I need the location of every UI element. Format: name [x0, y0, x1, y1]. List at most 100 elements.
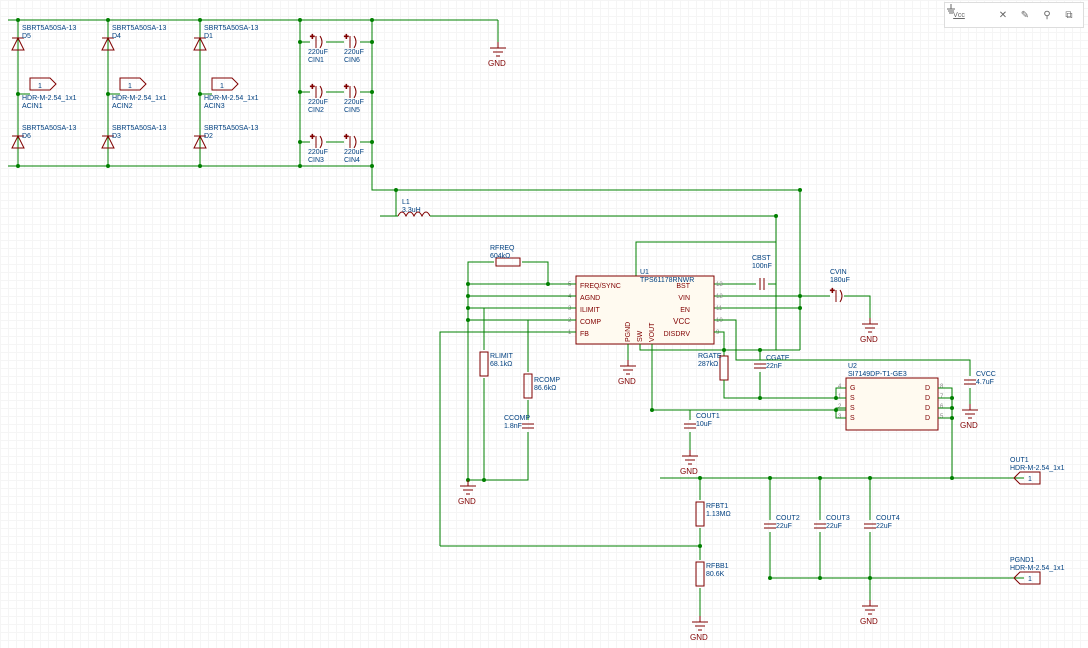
- fb-divider: RFBT11.13MΩ RFBB180.6K: [440, 476, 731, 642]
- svg-text:COUT2: COUT2: [776, 515, 800, 522]
- svg-text:D4: D4: [112, 33, 121, 40]
- svg-text:287kΩ: 287kΩ: [698, 361, 718, 368]
- svg-text:CCOMP: CCOMP: [504, 415, 530, 422]
- svg-text:CIN3: CIN3: [308, 157, 324, 164]
- svg-text:SBRT5A50SA-13: SBRT5A50SA-13: [112, 125, 166, 132]
- svg-text:4: 4: [838, 384, 842, 390]
- svg-text:RFBB1: RFBB1: [706, 563, 729, 570]
- svg-text:RFBT1: RFBT1: [706, 503, 728, 510]
- svg-text:6: 6: [940, 404, 944, 410]
- svg-text:S: S: [850, 415, 855, 422]
- svg-text:FB: FB: [580, 331, 589, 338]
- svg-text:SBRT5A50SA-13: SBRT5A50SA-13: [112, 25, 166, 32]
- svg-text:CBST: CBST: [752, 255, 771, 262]
- svg-text:RGATE: RGATE: [698, 353, 722, 360]
- svg-text:ACIN1: ACIN1: [22, 103, 43, 110]
- svg-text:SW: SW: [637, 330, 644, 342]
- svg-text:D: D: [925, 385, 930, 392]
- svg-text:U2: U2: [848, 363, 857, 370]
- svg-text:7: 7: [940, 394, 944, 400]
- svg-text:HDR-M-2.54_1x1: HDR-M-2.54_1x1: [22, 95, 77, 102]
- svg-text:220uF: 220uF: [308, 99, 328, 106]
- svg-text:D: D: [925, 415, 930, 422]
- svg-text:86.6kΩ: 86.6kΩ: [534, 385, 556, 392]
- svg-text:VIN: VIN: [678, 295, 690, 302]
- svg-text:1: 1: [220, 83, 224, 90]
- svg-text:220uF: 220uF: [344, 99, 364, 106]
- svg-text:CIN4: CIN4: [344, 157, 360, 164]
- svg-text:VCC: VCC: [673, 317, 690, 326]
- svg-text:3.3uH: 3.3uH: [402, 207, 421, 214]
- U1: U1 TPS61178RNWR FREQ/SYNC AGND ILIMIT CO…: [568, 269, 723, 344]
- svg-text:D: D: [925, 405, 930, 412]
- svg-text:HDR-M-2.54_1x1: HDR-M-2.54_1x1: [204, 95, 259, 102]
- svg-text:220uF: 220uF: [344, 49, 364, 56]
- svg-text:8: 8: [940, 384, 944, 390]
- svg-text:1: 1: [838, 394, 842, 400]
- svg-text:604kΩ: 604kΩ: [490, 253, 510, 260]
- svg-text:S: S: [850, 395, 855, 402]
- svg-text:SBRT5A50SA-13: SBRT5A50SA-13: [22, 125, 76, 132]
- svg-text:10uF: 10uF: [696, 421, 712, 428]
- svg-text:CIN5: CIN5: [344, 107, 360, 114]
- svg-text:80.6K: 80.6K: [706, 571, 725, 578]
- svg-text:22uF: 22uF: [826, 523, 842, 530]
- svg-text:22uF: 22uF: [776, 523, 792, 530]
- CGATE: CGATE22nF: [722, 348, 800, 400]
- svg-text:SI7149DP-T1-GE3: SI7149DP-T1-GE3: [848, 371, 907, 378]
- svg-text:220uF: 220uF: [308, 149, 328, 156]
- svg-text:G: G: [850, 385, 855, 392]
- svg-text:2: 2: [838, 404, 842, 410]
- svg-text:1: 1: [568, 330, 572, 336]
- svg-text:CIN6: CIN6: [344, 57, 360, 64]
- svg-text:S: S: [850, 405, 855, 412]
- svg-text:SBRT5A50SA-13: SBRT5A50SA-13: [204, 25, 258, 32]
- svg-text:CIN1: CIN1: [308, 57, 324, 64]
- svg-text:ACIN3: ACIN3: [204, 103, 225, 110]
- svg-text:10: 10: [716, 318, 723, 324]
- svg-text:CGATE: CGATE: [766, 355, 790, 362]
- svg-text:D5: D5: [22, 33, 31, 40]
- svg-text:3: 3: [568, 306, 572, 312]
- svg-text:1: 1: [38, 83, 42, 90]
- input-caps: 220uFCIN1 220uFCIN6 220uFCIN2 220uFCIN5 …: [298, 18, 374, 168]
- svg-text:VOUT: VOUT: [649, 322, 656, 342]
- svg-text:11: 11: [716, 306, 723, 312]
- svg-text:DISDRV: DISDRV: [664, 331, 691, 338]
- svg-text:68.1kΩ: 68.1kΩ: [490, 361, 512, 368]
- svg-text:PGND: PGND: [625, 322, 632, 342]
- svg-text:SBRT5A50SA-13: SBRT5A50SA-13: [204, 125, 258, 132]
- svg-text:BST: BST: [676, 283, 690, 290]
- toolbar: Vcc ✕ ✎ ⚲ ⧉: [944, 2, 1084, 28]
- svg-text:HDR-M-2.54_1x1: HDR-M-2.54_1x1: [112, 95, 167, 102]
- svg-text:22uF: 22uF: [876, 523, 892, 530]
- svg-text:D3: D3: [112, 133, 121, 140]
- svg-text:RCOMP: RCOMP: [534, 377, 560, 384]
- svg-text:COUT1: COUT1: [696, 413, 720, 420]
- svg-text:3: 3: [838, 414, 842, 420]
- svg-text:5: 5: [568, 282, 572, 288]
- svg-text:D6: D6: [22, 133, 31, 140]
- CBST: CBST100nF: [714, 216, 776, 290]
- gnd-icon[interactable]: [973, 7, 989, 23]
- U2: U2SI7149DP-T1-GE3 G S S S 4 1 2 3 D D D …: [838, 363, 944, 430]
- svg-text:5: 5: [940, 414, 944, 420]
- svg-text:1.13MΩ: 1.13MΩ: [706, 511, 731, 518]
- svg-text:4: 4: [568, 294, 572, 300]
- CVIN: CVIN180uF: [798, 269, 878, 344]
- svg-text:CVIN: CVIN: [830, 269, 847, 276]
- svg-text:22nF: 22nF: [766, 363, 782, 370]
- svg-text:RFREQ: RFREQ: [490, 245, 515, 252]
- svg-text:D: D: [925, 395, 930, 402]
- svg-text:SBRT5A50SA-13: SBRT5A50SA-13: [22, 25, 76, 32]
- svg-text:COMP: COMP: [580, 319, 601, 326]
- svg-text:1: 1: [128, 83, 132, 90]
- rectifier-block: SBRT5A50SA-13D5 SBRT5A50SA-13D4 SBRT5A50…: [8, 18, 498, 168]
- svg-text:D2: D2: [204, 133, 213, 140]
- inductor-L1: L13.3uH: [380, 188, 776, 216]
- svg-text:180uF: 180uF: [830, 277, 850, 284]
- svg-text:100nF: 100nF: [752, 263, 772, 270]
- comp-net: RCOMP86.6kΩ CCOMP1.8nF: [466, 318, 560, 480]
- COUT1: COUT110uF: [650, 408, 720, 476]
- svg-text:ACIN2: ACIN2: [112, 103, 133, 110]
